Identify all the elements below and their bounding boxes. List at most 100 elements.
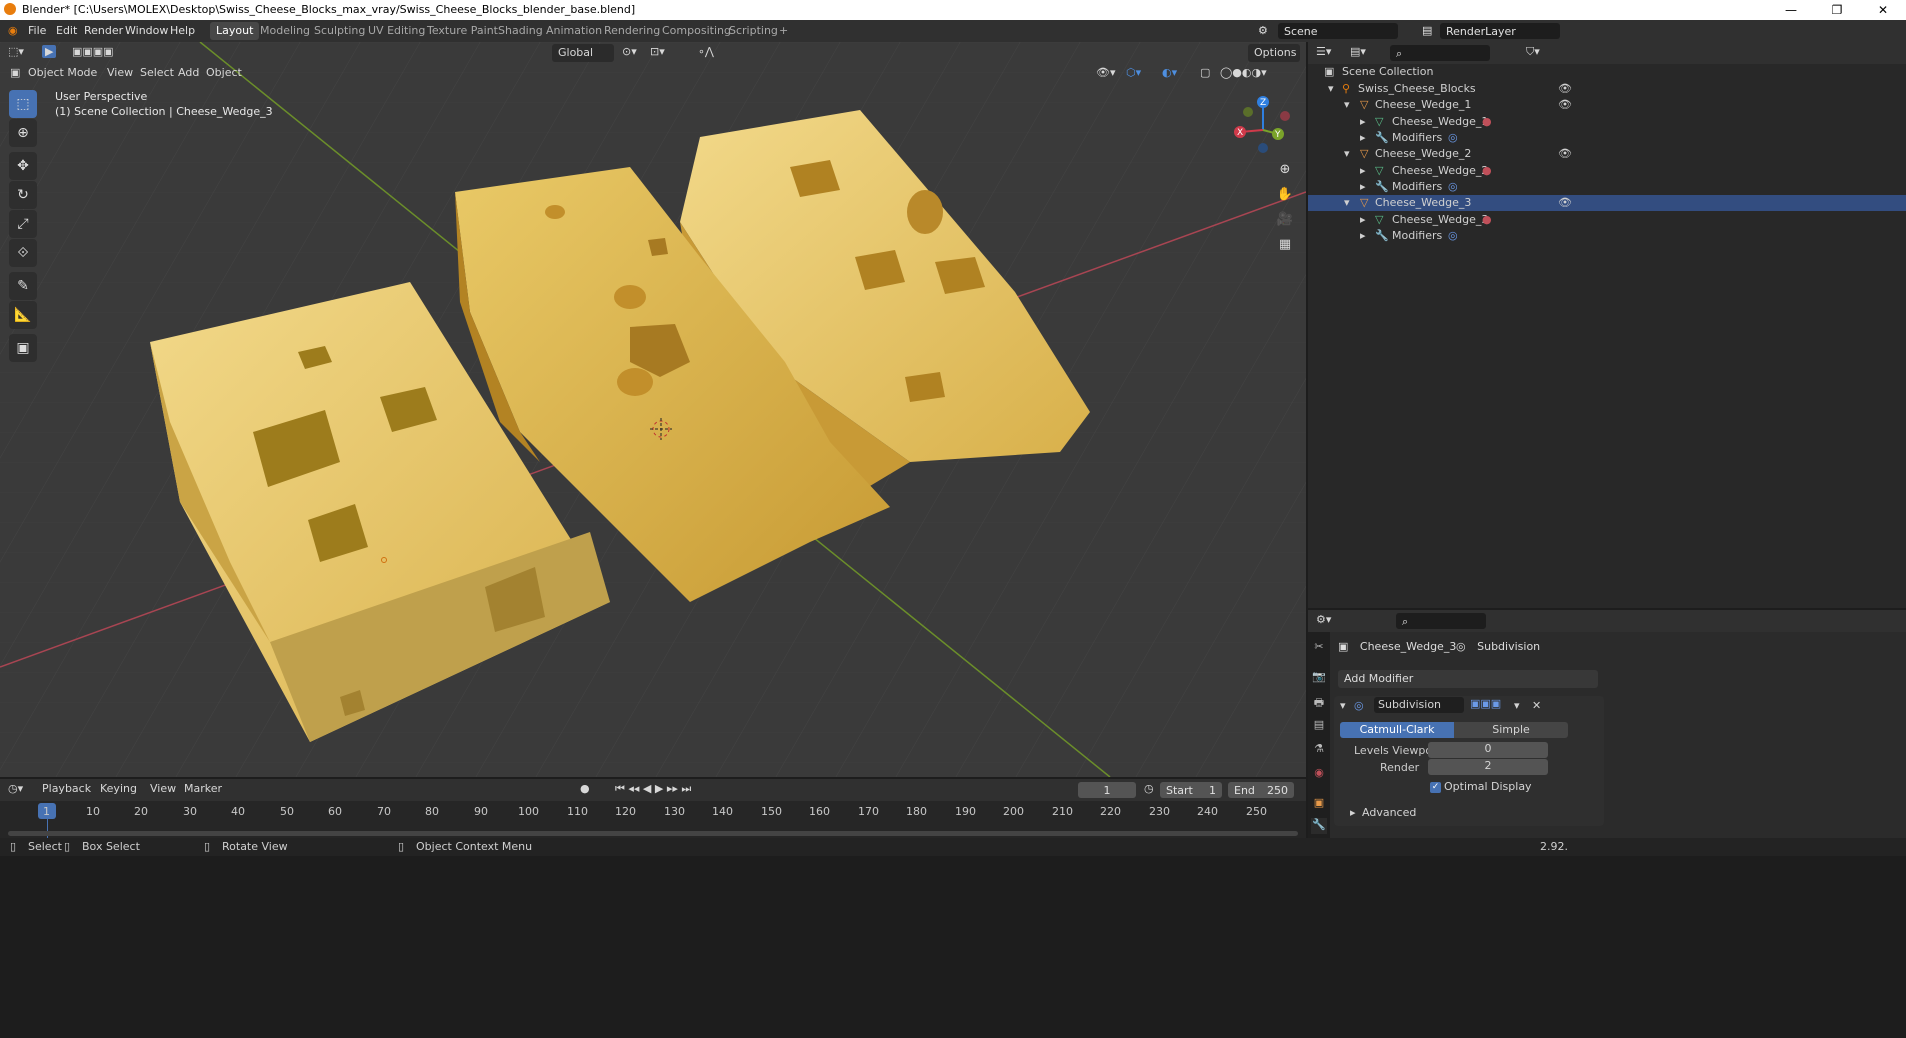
ortho-grid-icon[interactable]: ▦ [1272, 232, 1298, 258]
material-icon[interactable]: ● [1482, 213, 1492, 226]
options-dropdown[interactable]: Options [1248, 44, 1300, 62]
pan-hand-icon[interactable]: ✋ [1272, 182, 1298, 208]
remove-modifier-icon[interactable]: ✕ [1532, 699, 1541, 712]
shading-modes-icon[interactable]: ◯●◐◑▾ [1220, 66, 1267, 79]
proportional-edit-icon[interactable]: ∘⋀ [698, 45, 714, 58]
outliner-mesh-row[interactable]: ▸ ▽ Cheese_Wedge_3 ● [1308, 212, 1906, 228]
object-mode-icon[interactable]: ▣ [10, 66, 20, 79]
menu-help[interactable]: Help [170, 24, 195, 37]
expand-arrow-icon[interactable]: ▸ [1360, 115, 1366, 128]
transform-orientation-select[interactable]: Global [552, 44, 614, 62]
add-cube-tool-icon[interactable]: ▣ [9, 334, 37, 362]
filter-icon[interactable]: ⛉▾ [1526, 45, 1540, 59]
scene-tab-icon[interactable]: ⚗ [1311, 742, 1327, 758]
render-layer-field[interactable]: RenderLayer [1440, 23, 1560, 39]
properties-editor-icon[interactable]: ⚙▾ [1316, 613, 1331, 626]
scale-tool-icon[interactable]: ⤢ [9, 210, 37, 238]
subdivision-icon[interactable]: ◎ [1448, 229, 1458, 242]
navigation-gizmo[interactable]: Z X Y [1228, 92, 1298, 162]
current-frame-field[interactable]: 1 [1078, 782, 1136, 798]
outliner-editor-icon[interactable]: ☰▾ [1316, 45, 1331, 58]
outliner-search-input[interactable]: ⌕ [1390, 45, 1490, 61]
visibility-icon[interactable]: 👁▾ [1096, 66, 1116, 79]
expand-arrow-icon[interactable]: ▸ [1360, 213, 1366, 226]
modifier-menu-icon[interactable]: ▾ [1514, 699, 1520, 712]
timeline-editor-icon[interactable]: ◷▾ [8, 782, 23, 795]
annotate-tool-icon[interactable]: ✎ [9, 272, 37, 300]
move-tool-icon[interactable]: ✥ [9, 152, 37, 180]
add-modifier-button[interactable]: Add Modifier [1338, 670, 1598, 688]
menu-timeline-view[interactable]: View [150, 782, 176, 795]
camera-view-icon[interactable]: 🎥 [1272, 207, 1298, 233]
menu-keying[interactable]: Keying [100, 782, 137, 795]
levels-viewport-field[interactable]: 0 [1428, 742, 1548, 758]
selection-modes-icon[interactable]: ▣▣▣▣ [72, 45, 114, 58]
outliner-object-row-active[interactable]: ▾ ▽ Cheese_Wedge_3 👁 [1308, 195, 1906, 211]
menu-view[interactable]: View [107, 66, 133, 79]
menu-edit[interactable]: Edit [56, 24, 77, 37]
render-levels-field[interactable]: 2 [1428, 759, 1548, 775]
zoom-icon[interactable]: ⊕ [1272, 157, 1298, 183]
menu-add[interactable]: Add [178, 66, 199, 79]
modifier-visibility-icons[interactable]: ▣▣▣ [1470, 697, 1501, 710]
pivot-icon[interactable]: ⊙▾ [622, 45, 637, 58]
snap-icon[interactable]: ⊡▾ [650, 45, 665, 58]
editor-type-icon[interactable]: ⬚▾ [8, 45, 24, 58]
optimal-display-checkbox[interactable]: ✓ [1430, 782, 1441, 793]
expand-arrow-icon[interactable]: ▾ [1328, 82, 1334, 95]
add-workspace-button[interactable]: + [773, 22, 794, 40]
maximize-button[interactable]: ❐ [1814, 0, 1860, 20]
material-icon[interactable]: ● [1482, 164, 1492, 177]
catmull-clark-button[interactable]: Catmull-Clark [1340, 722, 1454, 738]
transform-tool-icon[interactable]: ⟐ [9, 239, 37, 267]
object-tab-icon[interactable]: ▣ [1311, 796, 1327, 812]
outliner-modifiers-row[interactable]: ▸ 🔧 Modifiers ◎ [1308, 228, 1906, 244]
expand-arrow-icon[interactable]: ▾ [1344, 196, 1350, 209]
modifier-tab-icon[interactable]: 🔧 [1311, 818, 1327, 834]
outliner-object-row[interactable]: ▾ ▽ Cheese_Wedge_1 👁 [1308, 97, 1906, 113]
menu-playback[interactable]: Playback [42, 782, 91, 795]
minimize-button[interactable]: — [1768, 0, 1814, 20]
display-mode-icon[interactable]: ▤▾ [1350, 45, 1366, 58]
gizmo-toggle-icon[interactable]: ⬡▾ [1126, 66, 1141, 79]
outliner-modifiers-row[interactable]: ▸ 🔧 Modifiers ◎ [1308, 130, 1906, 146]
simple-button[interactable]: Simple [1454, 722, 1568, 738]
visibility-eye-icon[interactable]: 👁 [1558, 82, 1572, 95]
render-layer-icon[interactable]: ▤ [1422, 24, 1432, 37]
expand-arrow-icon[interactable]: ▸ [1360, 180, 1366, 193]
expand-arrow-icon[interactable]: ▸ [1360, 164, 1366, 177]
close-button[interactable]: ✕ [1860, 0, 1906, 20]
world-tab-icon[interactable]: ◉ [1311, 766, 1327, 782]
visibility-eye-icon[interactable]: 👁 [1558, 196, 1572, 209]
material-icon[interactable]: ● [1482, 115, 1492, 128]
subdivision-icon[interactable]: ◎ [1448, 180, 1458, 193]
output-tab-icon[interactable]: 🖶 [1311, 694, 1327, 710]
expand-arrow-icon[interactable]: ▸ [1360, 229, 1366, 242]
record-icon[interactable]: ● [580, 782, 590, 795]
menu-object[interactable]: Object [206, 66, 242, 79]
modifier-name-field[interactable]: Subdivision [1374, 697, 1464, 713]
view-layer-tab-icon[interactable]: ▤ [1311, 718, 1327, 734]
3d-viewport[interactable]: User Perspective (1) Scene Collection | … [0, 42, 1306, 777]
outliner-modifiers-row[interactable]: ▸ 🔧 Modifiers ◎ [1308, 179, 1906, 195]
properties-search-input[interactable]: ⌕ [1396, 613, 1486, 629]
end-frame-field[interactable]: End 250 [1228, 782, 1294, 798]
clock-icon[interactable]: ◷ [1144, 782, 1154, 795]
timeline-scrollbar[interactable] [8, 831, 1298, 836]
scene-icon[interactable]: ⚙ [1258, 24, 1268, 37]
playback-controls[interactable]: ⏮ ◂◂ ◀ ▶ ▸▸ ⏭ [615, 782, 691, 796]
tab-layout[interactable]: Layout [210, 22, 260, 40]
select-mode-icon[interactable]: ▶ [42, 45, 57, 58]
expand-arrow-icon[interactable]: ▸ [1360, 131, 1366, 144]
rotate-tool-icon[interactable]: ↻ [9, 181, 37, 209]
select-box-tool[interactable]: ⬚ [9, 90, 37, 118]
xray-icon[interactable]: ▢ [1200, 66, 1210, 79]
outliner-mesh-row[interactable]: ▸ ▽ Cheese_Wedge_1 ● [1308, 114, 1906, 130]
visibility-eye-icon[interactable]: 👁 [1558, 147, 1572, 160]
scene-field[interactable]: Scene [1278, 23, 1398, 39]
outliner-mesh-row[interactable]: ▸ ▽ Cheese_Wedge_2 ● [1308, 163, 1906, 179]
menu-window[interactable]: Window [125, 24, 168, 37]
start-frame-field[interactable]: Start 1 [1160, 782, 1222, 798]
tab-modeling[interactable]: Modeling [254, 22, 316, 40]
subdivision-icon[interactable]: ◎ [1448, 131, 1458, 144]
